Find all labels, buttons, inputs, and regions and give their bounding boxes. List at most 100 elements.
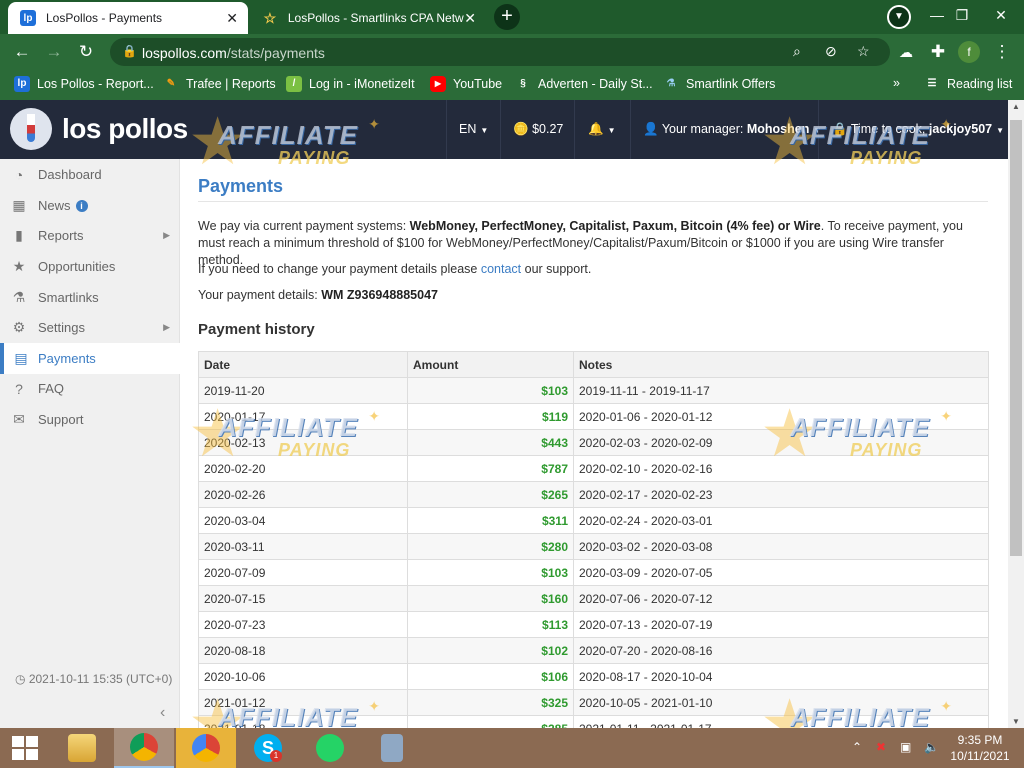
system-clock[interactable]: 9:35 PM 10/11/2021 xyxy=(940,732,1020,764)
sidebar-item-support[interactable]: ✉ Support xyxy=(0,404,180,435)
caret-down-icon: ▼ xyxy=(607,126,616,135)
star-favicon-icon: ☆ xyxy=(263,9,277,26)
table-row: 2020-10-06 $106 2020-08-17 - 2020-10-04 xyxy=(198,663,989,690)
balance-display[interactable]: 🪙 $0.27 xyxy=(513,100,563,159)
divider xyxy=(500,100,501,159)
tab-title: LosPollos - Smartlinks CPA Netwo xyxy=(287,11,465,25)
extensions-puzzle-icon[interactable]: ✚ xyxy=(926,40,950,64)
bookmark-star-icon[interactable]: ☆ xyxy=(857,43,870,60)
user-menu[interactable]: 🔒 Time to cook, jackjoy507 ▼ xyxy=(832,100,1004,159)
tracking-protection-icon[interactable]: ⊘ xyxy=(825,43,837,60)
cell-amount: $265 xyxy=(407,481,574,508)
bookmark-youtube[interactable]: ▶ YouTube xyxy=(430,76,502,92)
tab-lospollos-payments[interactable]: lp LosPollos - Payments ✕ xyxy=(8,2,248,34)
scroll-up-icon[interactable]: ▲ xyxy=(1012,102,1020,111)
cell-date: 2020-03-04 xyxy=(198,507,408,534)
column-header-date[interactable]: Date xyxy=(198,351,408,378)
divider xyxy=(198,201,988,202)
cell-date: 2020-01-17 xyxy=(198,403,408,430)
table-row: 2020-07-15 $160 2020-07-06 - 2020-07-12 xyxy=(198,585,989,612)
chrome-profile-taskbar-icon[interactable] xyxy=(114,728,174,768)
close-window-icon[interactable]: ✕ xyxy=(984,0,1018,30)
lospollos-logo[interactable]: los pollos xyxy=(10,108,188,150)
more-bookmarks-chevron-icon[interactable]: » xyxy=(893,76,900,90)
whatsapp-taskbar-icon[interactable] xyxy=(300,728,360,768)
page-scrollbar[interactable]: ▲ ▼ xyxy=(1008,100,1024,728)
volume-icon[interactable]: 🔈 xyxy=(924,740,939,754)
close-tab-icon[interactable]: ✕ xyxy=(226,10,238,27)
language-selector[interactable]: EN ▼ xyxy=(459,100,488,159)
calculator-taskbar-icon[interactable] xyxy=(362,728,422,768)
notifications-button[interactable]: 🔔 ▼ xyxy=(588,100,616,159)
chrome-taskbar-icon[interactable] xyxy=(176,728,236,768)
sidebar-item-news[interactable]: ▦ News i xyxy=(0,190,180,221)
sidebar-item-opportunities[interactable]: ★ Opportunities xyxy=(0,251,180,282)
sidebar-item-smartlinks[interactable]: ⚗ Smartlinks xyxy=(0,282,180,313)
cell-notes: 2020-02-03 - 2020-02-09 xyxy=(573,429,989,456)
chrome-download-icon[interactable]: ▼ xyxy=(887,5,911,29)
reading-list-button[interactable]: ☰ Reading list xyxy=(924,76,1013,92)
cell-date: 2019-11-20 xyxy=(198,377,408,404)
skype-taskbar-icon[interactable]: S1 xyxy=(238,728,298,768)
tray-security-icon[interactable]: ✖ xyxy=(876,740,886,754)
address-bar[interactable]: 🔒 lospollos.com/stats/payments ⌕ ⊘ ☆ xyxy=(110,38,890,66)
bookmark-imonetizeit[interactable]: / Log in - iMonetizeIt xyxy=(286,76,415,92)
cell-date: 2020-07-09 xyxy=(198,559,408,586)
restore-icon[interactable]: ❐ xyxy=(945,0,979,30)
brand-name: los pollos xyxy=(62,113,188,144)
zoom-icon[interactable]: ⌕ xyxy=(793,43,801,60)
windows-start-icon[interactable] xyxy=(12,736,38,760)
column-header-amount[interactable]: Amount xyxy=(407,351,574,378)
column-header-notes[interactable]: Notes xyxy=(573,351,989,378)
clock-icon: ◷ xyxy=(15,672,26,686)
sidebar-item-faq[interactable]: ? FAQ xyxy=(0,373,180,404)
cell-date: 2020-02-26 xyxy=(198,481,408,508)
new-tab-button[interactable]: + xyxy=(494,4,520,30)
cell-notes: 2019-11-11 - 2019-11-17 xyxy=(573,377,989,404)
sidebar-item-payments[interactable]: ▤ Payments xyxy=(0,343,180,374)
cell-notes: 2020-01-06 - 2020-01-12 xyxy=(573,403,989,430)
back-icon[interactable]: ← xyxy=(10,40,34,64)
sidebar-item-reports[interactable]: ▮ Reports ▶ xyxy=(0,220,180,251)
close-tab-icon[interactable]: ✕ xyxy=(464,10,476,27)
scrollbar-thumb[interactable] xyxy=(1010,120,1022,556)
cell-amount: $443 xyxy=(407,429,574,456)
bookmark-lospollos-reports[interactable]: lp Los Pollos - Report... xyxy=(14,76,154,92)
profile-avatar[interactable]: f xyxy=(958,41,980,63)
cell-amount: $102 xyxy=(407,637,574,664)
bookmark-smartlink-offers[interactable]: ⚗ Smartlink Offers xyxy=(663,76,776,92)
tab-lospollos-smartlinks[interactable]: ☆ LosPollos - Smartlinks CPA Netwo ✕ xyxy=(250,2,486,34)
table-row: 2020-03-04 $311 2020-02-24 - 2020-03-01 xyxy=(198,507,989,534)
trafee-icon: ✎ xyxy=(166,78,176,89)
coins-icon: 🪙 xyxy=(513,122,529,136)
collapse-sidebar-icon[interactable]: ‹ xyxy=(160,704,165,722)
browser-tab-strip: lp LosPollos - Payments ✕ ☆ LosPollos - … xyxy=(0,0,1024,34)
contact-link[interactable]: contact xyxy=(481,262,521,276)
lospollos-favicon-icon: lp xyxy=(20,10,36,26)
payment-history-table: Date Amount Notes 2019-11-20 $103 2019-11-… xyxy=(198,351,989,728)
network-icon[interactable]: ▣ xyxy=(900,740,911,754)
sidebar-item-dashboard[interactable]: ◔ Dashboard xyxy=(0,159,180,190)
cell-amount: $103 xyxy=(407,559,574,586)
cell-notes: 2020-07-20 - 2020-08-16 xyxy=(573,637,989,664)
divider xyxy=(818,100,819,159)
menu-kebab-icon[interactable]: ⋮ xyxy=(990,40,1014,64)
table-row: 2020-01-17 $119 2020-01-06 - 2020-01-12 xyxy=(198,403,989,430)
caret-down-icon: ▼ xyxy=(996,126,1005,135)
file-explorer-taskbar-icon[interactable] xyxy=(52,728,112,768)
bookmark-adverten[interactable]: § Adverten - Daily St... xyxy=(515,76,652,92)
forward-icon[interactable]: → xyxy=(42,40,66,64)
extension-icon[interactable]: ☁ xyxy=(894,40,918,64)
tray-chevron-up-icon[interactable]: ⌃ xyxy=(852,740,862,754)
scroll-down-icon[interactable]: ▼ xyxy=(1012,717,1020,726)
imonetizeit-icon: / xyxy=(286,76,302,92)
manager-menu[interactable]: 👤 Your manager: Mohoshen▼ xyxy=(643,100,821,159)
cell-amount: $119 xyxy=(407,403,574,430)
cell-amount: $325 xyxy=(407,689,574,716)
sidebar-item-settings[interactable]: ⚙ Settings ▶ xyxy=(0,312,180,343)
cell-amount: $113 xyxy=(407,611,574,638)
reload-icon[interactable]: ↻ xyxy=(74,40,98,64)
bookmark-trafee[interactable]: ✎ Trafee | Reports xyxy=(163,76,276,92)
bell-icon: 🔔 xyxy=(588,122,604,136)
table-row: 2020-07-09 $103 2020-03-09 - 2020-07-05 xyxy=(198,559,989,586)
